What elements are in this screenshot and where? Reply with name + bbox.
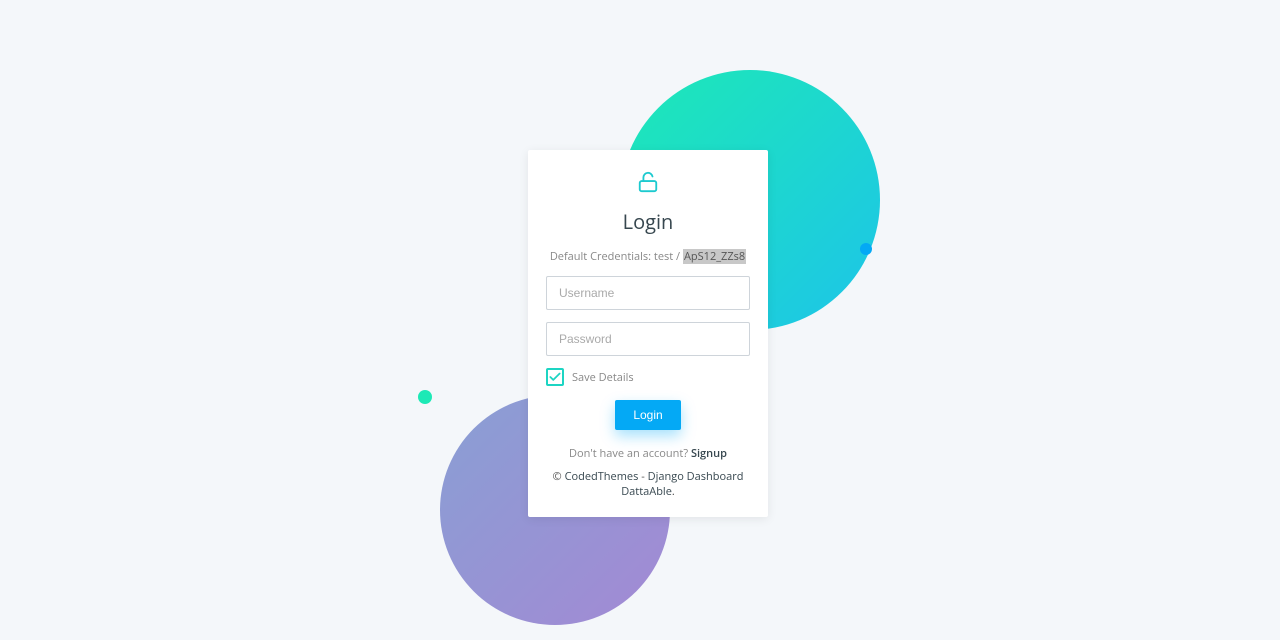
bg-dot-teal	[418, 390, 432, 404]
save-details-row: Save Details	[546, 368, 750, 386]
signup-prefix: Don't have an account?	[569, 446, 691, 461]
footer-line: © CodedThemes - Django Dashboard DattaAb…	[546, 469, 750, 499]
password-input[interactable]	[546, 322, 750, 356]
footer-prefix: ©	[553, 469, 565, 484]
save-details-label: Save Details	[572, 370, 634, 385]
footer-link-codedthemes[interactable]: CodedThemes	[565, 469, 639, 484]
default-credentials: Default Credentials: test / ApS12_ZZs8	[546, 249, 750, 264]
save-details-checkbox[interactable]	[546, 368, 564, 386]
credentials-prefix: Default Credentials: test /	[550, 249, 683, 264]
login-button[interactable]: Login	[615, 400, 680, 430]
login-title: Login	[546, 208, 750, 235]
unlock-icon	[546, 170, 750, 200]
footer-sep: -	[638, 469, 647, 484]
credentials-password: ApS12_ZZs8	[683, 249, 746, 264]
signup-line: Don't have an account? Signup	[546, 446, 750, 461]
username-input[interactable]	[546, 276, 750, 310]
bg-dot-blue	[860, 243, 872, 255]
signup-link[interactable]: Signup	[691, 446, 727, 461]
login-card: Login Default Credentials: test / ApS12_…	[528, 150, 768, 517]
footer-suffix: .	[672, 484, 675, 499]
